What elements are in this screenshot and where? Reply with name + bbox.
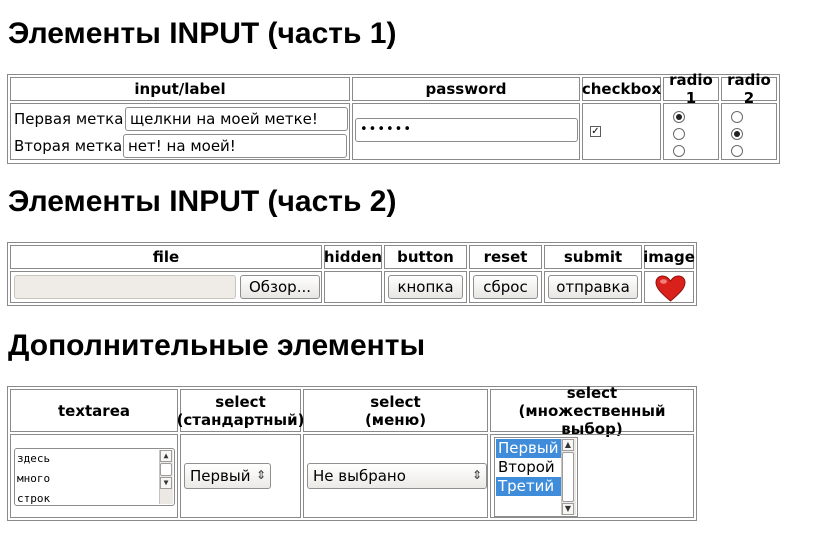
cell-radio2: [721, 103, 777, 160]
header-radio2: radio 2: [721, 71, 777, 107]
cell-radio1: [663, 103, 719, 160]
label-second: Вторая метка:: [14, 137, 128, 155]
textarea-line: строк: [17, 492, 51, 505]
header-radio1: radio 1: [663, 71, 719, 107]
header-textarea: textarea: [10, 389, 178, 432]
updown-icon: ⇕: [255, 468, 266, 482]
list-option[interactable]: Второй: [496, 458, 564, 477]
scroll-thumb[interactable]: [160, 463, 172, 476]
reset-button[interactable]: сброс: [473, 275, 538, 299]
heart-icon[interactable]: [655, 275, 686, 302]
header-select-standard: select (стандартный): [177, 389, 304, 432]
generic-button[interactable]: кнопка: [388, 275, 463, 299]
first-text-input[interactable]: щелкни на моей метке!: [125, 107, 348, 131]
header-button: button: [384, 245, 467, 269]
select-multiple-list[interactable]: Первый Второй Третий ▲ ▼: [494, 437, 578, 517]
scroll-down-icon[interactable]: ▼: [562, 503, 574, 515]
header-file: file: [10, 245, 322, 269]
file-path-field[interactable]: [14, 275, 236, 299]
radio2-option3[interactable]: [731, 145, 743, 157]
cell-file: Обзор...: [10, 271, 322, 303]
header-input-label: input/label: [10, 77, 350, 101]
scroll-down-icon[interactable]: ▼: [160, 477, 172, 489]
heading-input-part2: Элементы INPUT (часть 2): [8, 185, 397, 218]
updown-icon: ⇕: [471, 468, 482, 482]
cell-textarea: здесь много строк ▲ ▼: [10, 434, 178, 518]
select-menu[interactable]: Не выбрано ⇕: [307, 463, 487, 489]
cell-button: кнопка: [384, 271, 467, 303]
cell-reset: сброс: [469, 271, 542, 303]
textarea-line: здесь: [17, 452, 51, 465]
header-password: password: [352, 77, 580, 101]
select-menu-value: Не выбрано: [313, 467, 406, 485]
label-first: Первая метка:: [14, 110, 129, 128]
browse-button[interactable]: Обзор...: [240, 275, 320, 299]
password-input[interactable]: ••••••: [355, 118, 578, 142]
select-standard[interactable]: Первый ⇕: [184, 463, 271, 489]
cell-checkbox: ✓: [582, 103, 661, 160]
cell-input-label: Первая метка: щелкни на моей метке! Втор…: [10, 103, 350, 160]
cell-password: ••••••: [352, 103, 580, 160]
heading-input-part1: Элементы INPUT (часть 1): [8, 17, 397, 50]
radio1-option1[interactable]: [673, 111, 685, 123]
header-checkbox: checkbox: [582, 77, 661, 101]
scroll-thumb[interactable]: [562, 452, 574, 502]
header-reset: reset: [469, 245, 542, 269]
submit-button[interactable]: отправка: [548, 275, 638, 299]
textarea-line: много: [17, 472, 51, 485]
cell-select-menu: Не выбрано ⇕: [303, 434, 488, 518]
textarea-scrollbar[interactable]: ▲ ▼: [159, 450, 173, 504]
list-option[interactable]: Третий: [496, 477, 564, 496]
textarea[interactable]: здесь много строк ▲ ▼: [14, 448, 175, 506]
cell-submit: отправка: [544, 271, 642, 303]
table-input-part2: file hidden button reset submit image Об…: [7, 242, 697, 306]
radio1-option3[interactable]: [673, 145, 685, 157]
radio2-option1[interactable]: [731, 111, 743, 123]
scroll-up-icon[interactable]: ▲: [160, 450, 172, 462]
header-select-menu: select (меню): [303, 389, 488, 432]
table-extra-elements: textarea select (стандартный) select (ме…: [7, 384, 697, 521]
header-select-multiple: select (множественный выбор): [490, 384, 694, 438]
cell-hidden: [324, 271, 382, 303]
cell-image: [644, 271, 694, 303]
select-standard-value: Первый: [190, 467, 251, 485]
table-input-part1: input/label password checkbox radio 1 ra…: [7, 71, 780, 164]
cell-select-standard: Первый ⇕: [180, 434, 301, 518]
list-option[interactable]: Первый: [496, 439, 564, 458]
second-text-input[interactable]: нет! на моей!: [123, 134, 347, 158]
cell-select-multiple: Первый Второй Третий ▲ ▼: [490, 434, 694, 518]
header-hidden: hidden: [324, 245, 382, 269]
radio1-option2[interactable]: [673, 128, 685, 140]
radio2-option2[interactable]: [731, 128, 743, 140]
header-submit: submit: [544, 245, 642, 269]
heading-extra-elements: Дополнительные элементы: [8, 329, 426, 362]
scroll-up-icon[interactable]: ▲: [562, 439, 574, 451]
list-scrollbar[interactable]: ▲ ▼: [561, 439, 576, 515]
checkbox[interactable]: ✓: [590, 126, 601, 137]
header-image: image: [643, 245, 695, 269]
